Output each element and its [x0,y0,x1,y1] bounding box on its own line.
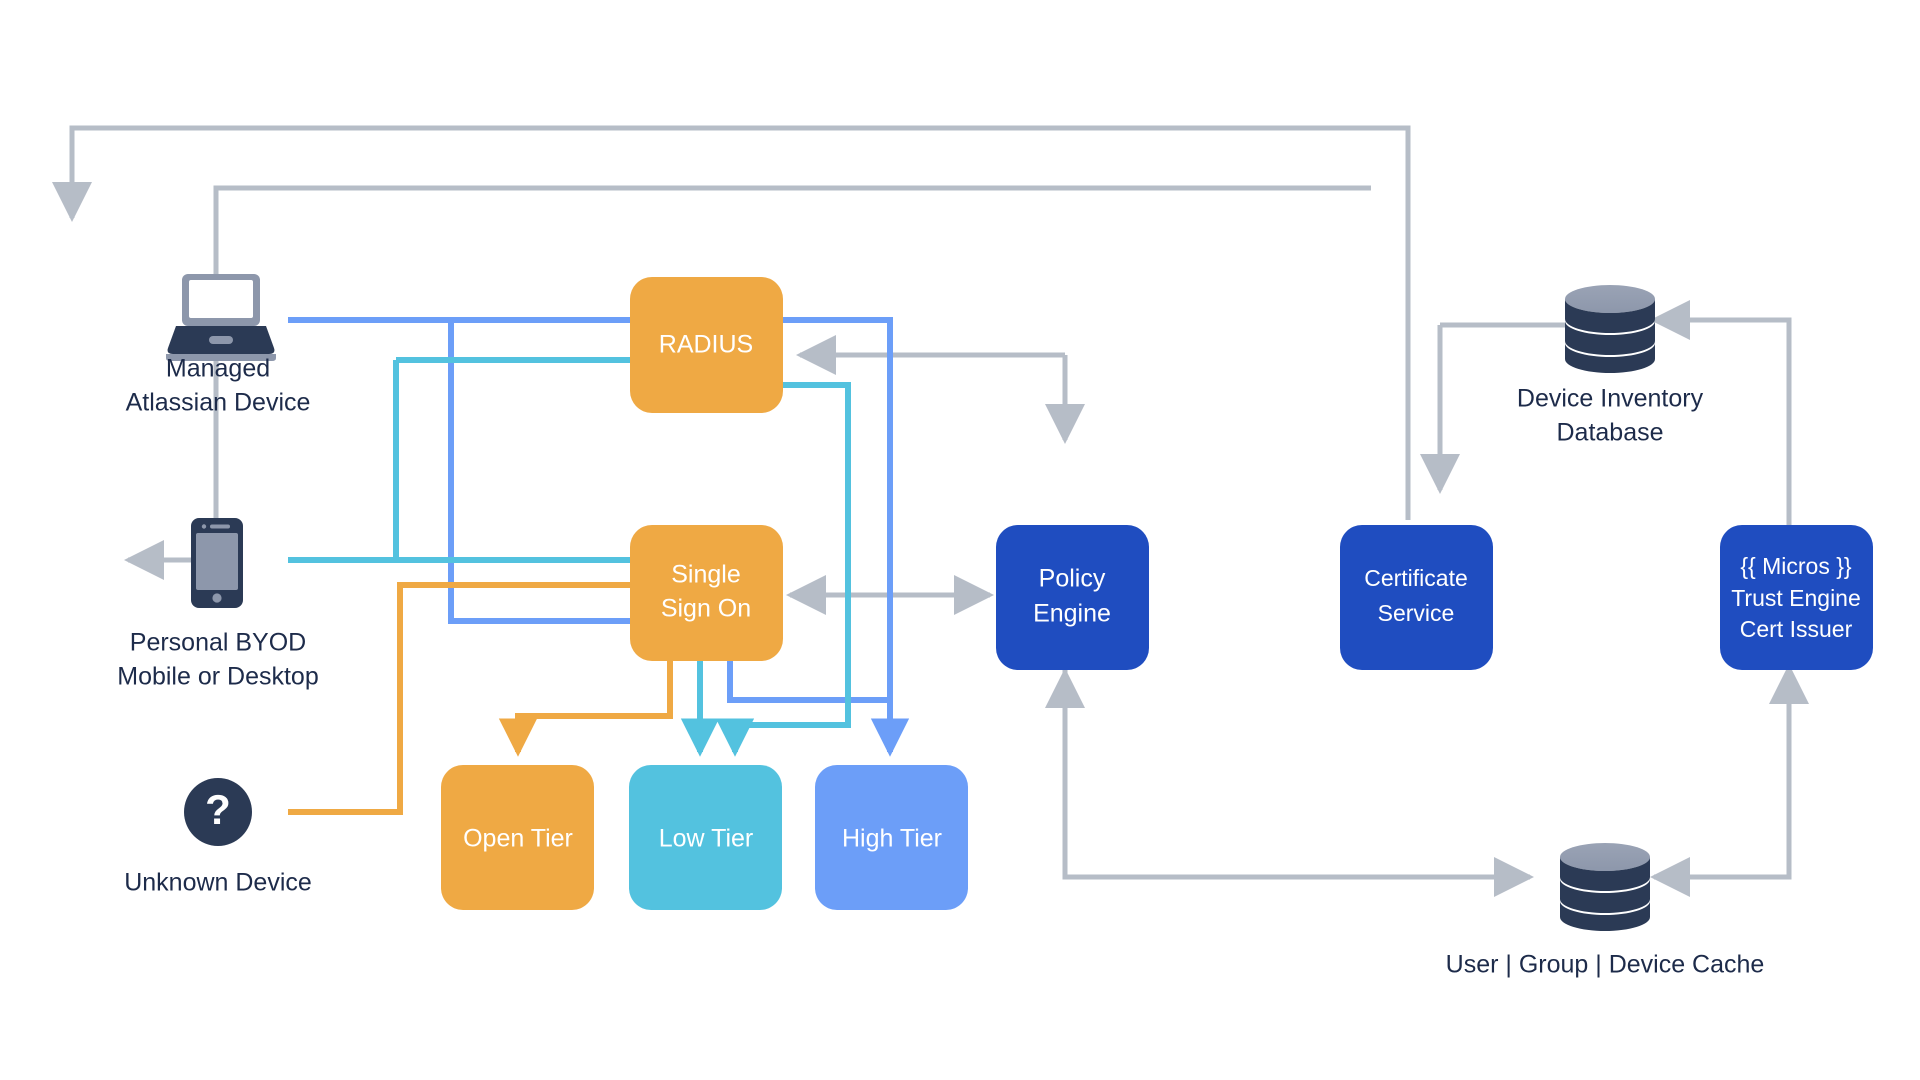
radius-box[interactable]: RADIUS [630,277,783,413]
managed-device-label-line1: Managed [166,355,270,383]
byod-device-label-line2: Mobile or Desktop [117,663,318,691]
policy-to-user-cache-path [1062,670,1535,897]
single-sign-on-box[interactable]: Single Sign On [630,525,783,661]
low-tier-box[interactable]: Low Tier [629,765,782,910]
open-tier-box[interactable]: Open Tier [441,765,594,910]
micros-trust-engine-box[interactable]: {{ Micros }} Trust Engine Cert Issuer [1720,525,1873,670]
sso-to-open-tier-orange [498,660,673,757]
byod-device-label-line1: Personal BYOD [130,629,306,657]
certificate-service-box[interactable]: Certificate Service [1340,525,1493,670]
mobile-phone-icon [191,518,243,608]
device-inventory-database-icon [1565,285,1655,373]
micros-label-line2: Trust Engine [1731,585,1861,611]
sso-label-line2: Sign On [661,595,751,623]
user-group-device-cache-icon [1560,843,1650,931]
micros-label-line1: {{ Micros }} [1740,553,1852,579]
certificate-service-label-line1: Certificate [1364,565,1468,591]
architecture-diagram: RADIUS Single Sign On Open Tier Low Tier… [0,0,1920,1080]
policy-engine-label-line2: Engine [1033,600,1111,628]
policy-engine-label-line1: Policy [1039,565,1106,593]
micros-to-device-inventory-path [1649,300,1792,535]
high-tier-label: High Tier [842,825,942,853]
policy-engine-box[interactable]: Policy Engine [996,525,1149,670]
high-tier-box[interactable]: High Tier [815,765,968,910]
sso-label-line1: Single [671,561,741,589]
laptop-icon [166,274,276,361]
micros-label-line3: Cert Issuer [1740,616,1853,642]
unknown-device-label: Unknown Device [124,869,312,897]
svg-text:?: ? [205,786,231,833]
question-mark-icon: ? [184,778,252,846]
sso-to-high-tier-blue [727,660,890,703]
certificate-service-label-line2: Service [1378,600,1455,626]
device-inventory-label-line2: Database [1556,419,1663,447]
user-cache-label: User | Group | Device Cache [1446,951,1765,979]
device-inventory-label-line1: Device Inventory [1517,385,1704,413]
gray-connector-group [52,125,1809,897]
micros-to-user-cache-path [1649,665,1792,897]
radius-label: RADIUS [659,331,753,359]
managed-device-label-line2: Atlassian Device [126,389,311,417]
open-tier-label: Open Tier [463,825,573,853]
low-tier-label: Low Tier [659,825,753,853]
managed-to-sso-blue [448,320,630,624]
